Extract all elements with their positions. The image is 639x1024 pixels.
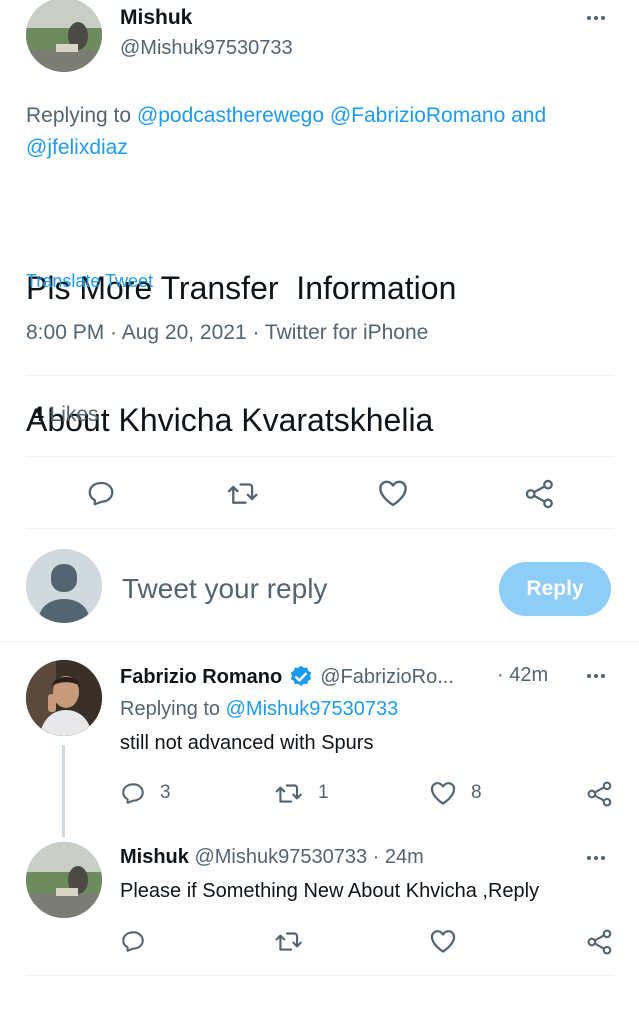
- more-icon[interactable]: [587, 16, 605, 20]
- reply-button[interactable]: [120, 928, 146, 954]
- divider: [0, 641, 639, 642]
- like-button[interactable]: 8: [429, 780, 482, 806]
- reply-time[interactable]: · 24m: [373, 846, 424, 868]
- reply-icon: [122, 783, 144, 804]
- share-button[interactable]: [586, 780, 614, 808]
- replying-prefix: Replying to: [26, 104, 132, 127]
- avatar-photo: [26, 842, 102, 918]
- share-button[interactable]: [586, 928, 614, 956]
- share-icon: [587, 781, 612, 807]
- reply-author-avatar[interactable]: [26, 842, 102, 918]
- translate-tweet-link[interactable]: Translate Tweet: [26, 271, 153, 292]
- reply-input[interactable]: Tweet your reply: [122, 573, 327, 605]
- share-button[interactable]: [524, 478, 556, 510]
- mention-jfelixdiaz[interactable]: @jfelixdiaz: [26, 136, 128, 159]
- divider: [26, 375, 614, 376]
- retweet-count: 1: [318, 782, 329, 803]
- mention-and[interactable]: and: [511, 104, 546, 127]
- mention-fabrizioromano[interactable]: @FabrizioRomano: [330, 104, 505, 127]
- share-icon: [587, 929, 612, 955]
- mention-podcastherewego[interactable]: @podcastherewego: [137, 104, 324, 127]
- reply-submit-button[interactable]: Reply: [499, 562, 611, 616]
- divider: [26, 456, 614, 457]
- like-count: 8: [471, 782, 482, 803]
- divider: [26, 975, 614, 976]
- retweet-button[interactable]: [226, 478, 260, 508]
- reply-author-handle[interactable]: @FabrizioRo...: [320, 666, 454, 689]
- retweet-button[interactable]: [274, 928, 304, 954]
- avatar-photo: [26, 0, 102, 72]
- share-icon: [525, 479, 553, 509]
- like-button[interactable]: [429, 928, 457, 954]
- reply-icon: [122, 931, 144, 952]
- tweet-timestamp: 8:00 PM · Aug 20, 2021 · Twitter for iPh…: [26, 321, 429, 344]
- reply-count: 3: [160, 782, 171, 803]
- reply-time[interactable]: · 42m: [497, 664, 548, 687]
- reply-text: Please if Something New About Khvicha ,R…: [120, 880, 540, 902]
- more-icon[interactable]: [587, 856, 605, 860]
- reply-author-name[interactable]: Fabrizio Romano: [120, 666, 282, 689]
- reply-text: still not advanced with Spurs: [120, 732, 374, 754]
- retweet-icon: [275, 784, 302, 803]
- author-handle[interactable]: @Mishuk97530733: [120, 37, 293, 60]
- reply-icon: [88, 481, 114, 506]
- reply-replying-to: Replying to @Mishuk97530733: [120, 698, 398, 721]
- like-icon: [379, 480, 407, 507]
- reply-author-handle[interactable]: @Mishuk97530733: [194, 846, 367, 868]
- author-name[interactable]: Mishuk: [120, 6, 192, 30]
- reply-button[interactable]: [86, 478, 116, 508]
- retweet-button[interactable]: 1: [274, 780, 329, 806]
- replying-prefix: Replying to: [120, 698, 221, 720]
- likes-stat[interactable]: 4 Likes: [32, 403, 99, 427]
- more-icon[interactable]: [587, 674, 605, 678]
- retweet-icon: [227, 483, 258, 504]
- like-icon: [430, 930, 456, 953]
- reply-author-name[interactable]: Mishuk: [120, 846, 189, 868]
- my-avatar[interactable]: [26, 549, 102, 623]
- like-icon: [430, 782, 456, 805]
- thread-line: [62, 745, 65, 837]
- reply-header: Mishuk @Mishuk97530733 · 24m: [120, 846, 424, 869]
- likes-label: Likes: [49, 403, 99, 426]
- like-button[interactable]: [377, 478, 409, 508]
- divider: [26, 528, 614, 529]
- retweet-icon: [275, 932, 302, 951]
- verified-icon: [290, 665, 312, 686]
- default-avatar-icon: [26, 549, 102, 623]
- author-avatar[interactable]: [26, 0, 102, 72]
- replying-to-line: Replying to @podcastherewego @FabrizioRo…: [26, 100, 616, 164]
- likes-count: 4: [32, 403, 44, 426]
- avatar-photo: [26, 660, 102, 736]
- reply-header: Fabrizio Romano @FabrizioRo...: [120, 664, 454, 690]
- reply-author-avatar[interactable]: [26, 660, 102, 736]
- mention-mishuk[interactable]: @Mishuk97530733: [226, 698, 399, 720]
- reply-button[interactable]: 3: [120, 780, 171, 806]
